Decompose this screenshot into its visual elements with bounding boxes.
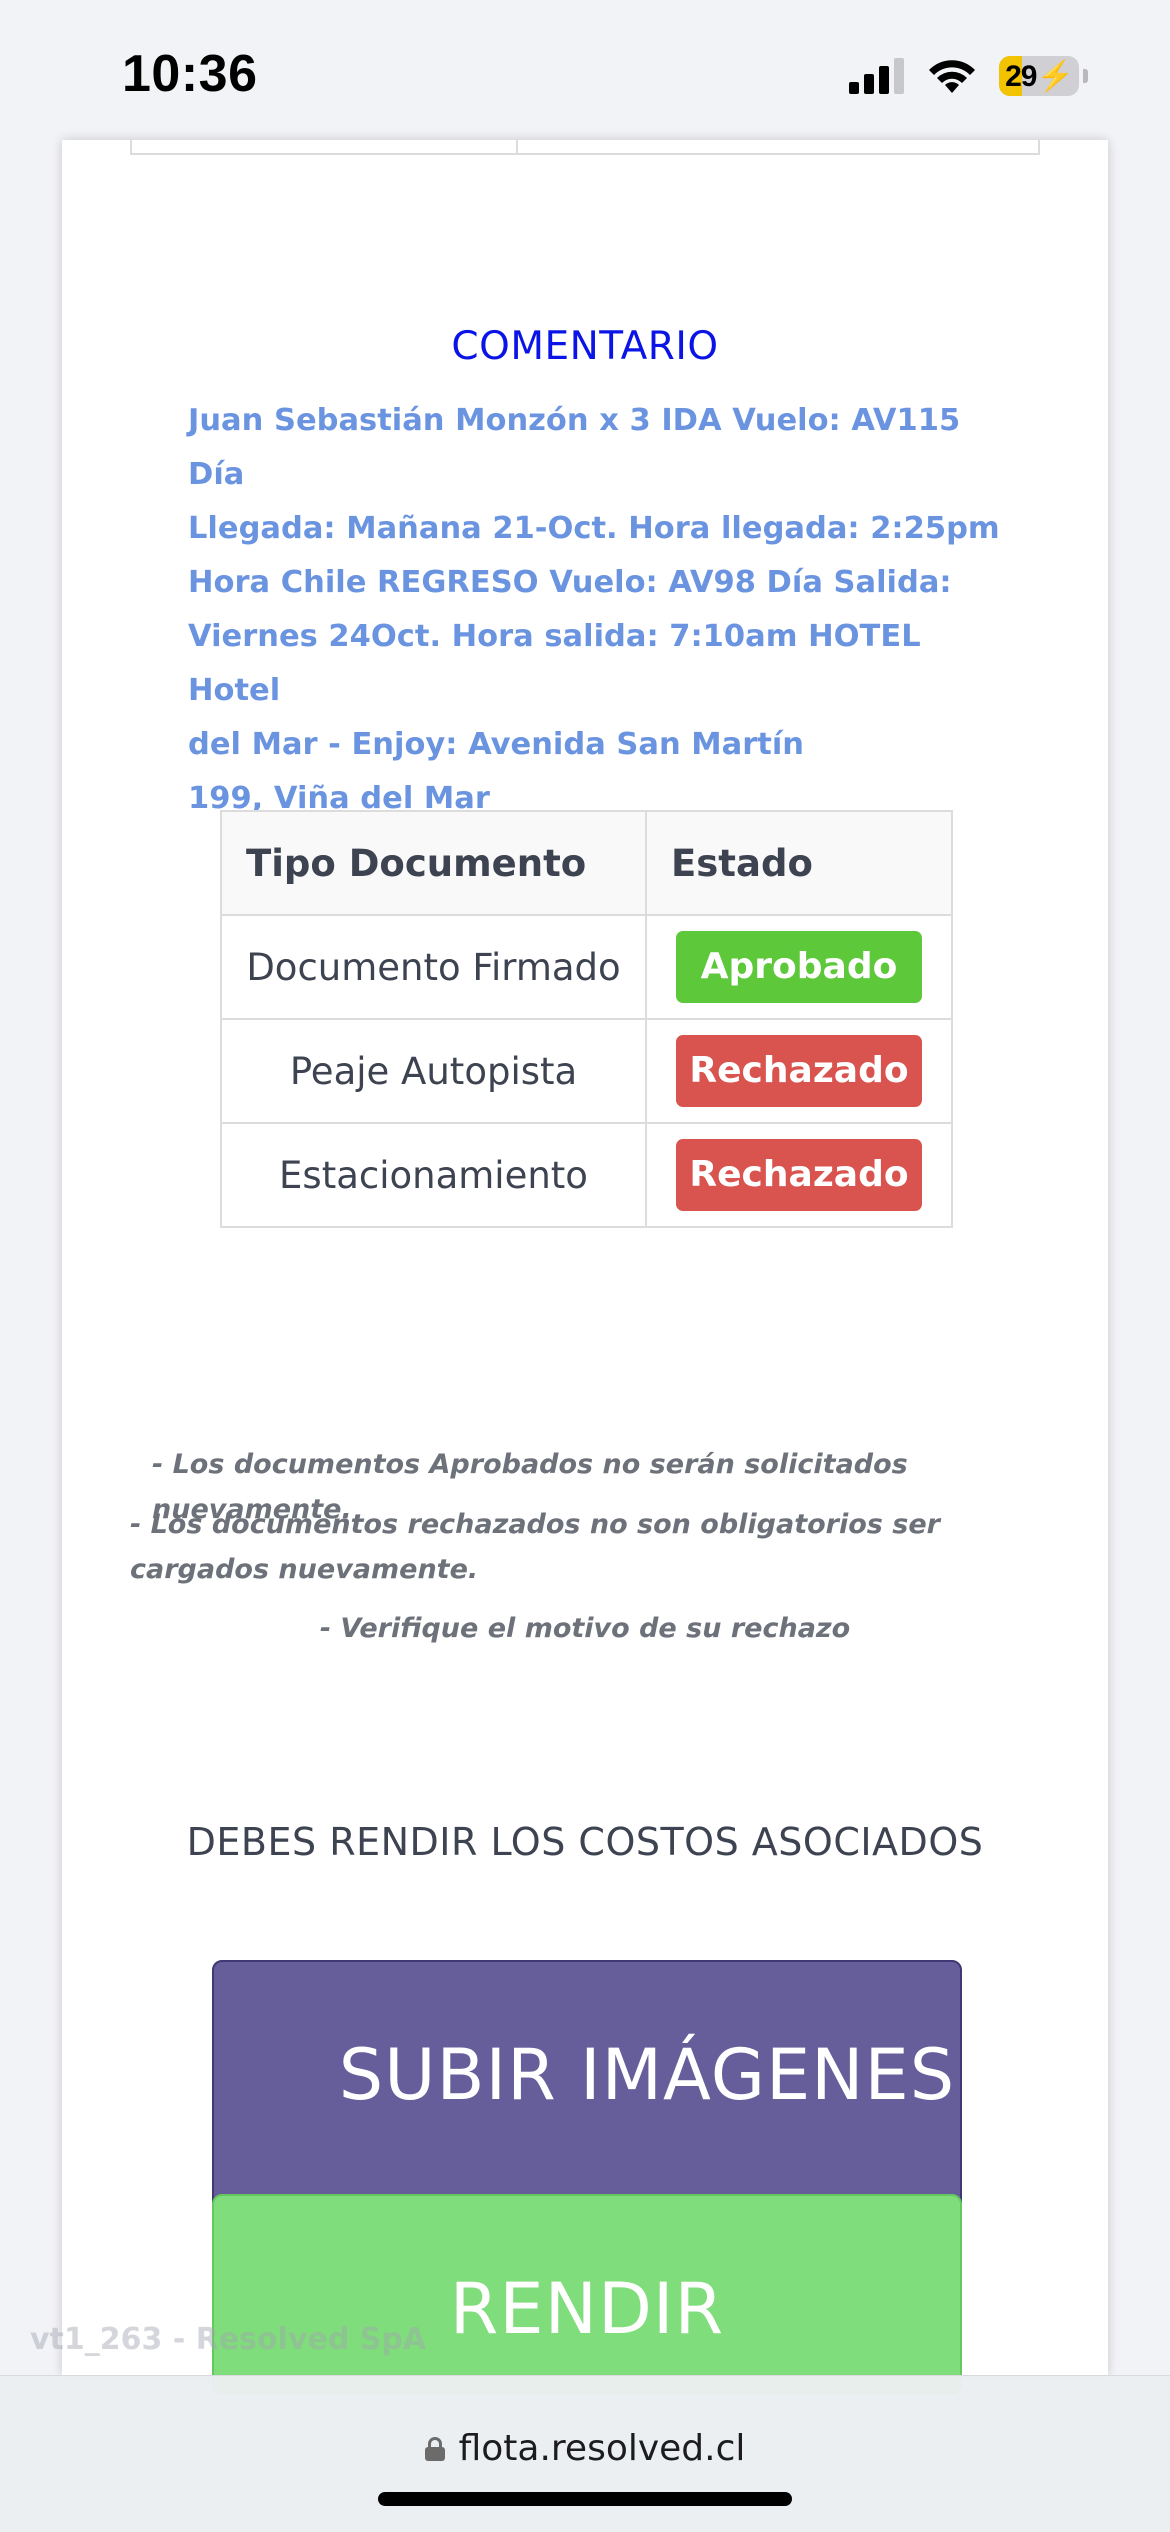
page-card: COMENTARIO Juan Sebastián Monzón x 3 IDA… bbox=[62, 140, 1108, 2394]
home-indicator[interactable] bbox=[378, 2492, 792, 2506]
table-row: Documento Firmado Aprobado bbox=[220, 914, 953, 1020]
version-watermark: vt1_263 - Resolved SpA bbox=[30, 2322, 427, 2357]
document-type-cell: Estacionamiento bbox=[220, 1122, 647, 1228]
note-verify: - Verifique el motivo de su rechazo bbox=[319, 1613, 851, 1644]
battery-nub bbox=[1083, 69, 1088, 83]
comment-line: Hora Chile REGRESO Vuelo: AV98 Día Salid… bbox=[188, 565, 952, 600]
costs-title: DEBES RENDIR LOS COSTOS ASOCIADOS bbox=[186, 1820, 984, 1864]
status-cell: Aprobado bbox=[645, 914, 953, 1020]
comment-text: Juan Sebastián Monzón x 3 IDA Vuelo: AV1… bbox=[188, 394, 1018, 826]
comment-line: Viernes 24Oct. Hora salida: 7:10am HOTEL… bbox=[188, 619, 921, 708]
status-bar: 10:36 29⚡ bbox=[0, 0, 1170, 140]
status-time: 10:36 bbox=[122, 45, 258, 103]
cellular-signal-icon bbox=[849, 58, 904, 94]
table-header-row: Tipo Documento Estado bbox=[220, 810, 953, 916]
url-display[interactable]: flota.resolved.cl bbox=[0, 2428, 1170, 2469]
document-type-cell: Peaje Autopista bbox=[220, 1018, 647, 1124]
status-cell: Rechazado bbox=[645, 1122, 953, 1228]
comment-line: Llegada: Mañana 21-Oct. Hora llegada: 2:… bbox=[188, 511, 1000, 546]
lock-icon bbox=[424, 2436, 445, 2461]
render-label: RENDIR bbox=[449, 2268, 725, 2350]
header-document-type: Tipo Documento bbox=[220, 810, 647, 916]
battery-level: 29⚡ bbox=[1005, 59, 1074, 93]
battery-charging-icon: 29⚡ bbox=[999, 56, 1079, 96]
header-status: Estado bbox=[645, 810, 953, 916]
browser-url-bar[interactable]: flota.resolved.cl bbox=[0, 2375, 1170, 2532]
table-row: Peaje Autopista Rechazado bbox=[220, 1018, 953, 1124]
previous-table-bottom bbox=[130, 140, 1040, 155]
status-badge-rejected: Rechazado bbox=[676, 1139, 922, 1211]
note-rejected: - Los documentos rechazados no son oblig… bbox=[130, 1509, 940, 1585]
render-button[interactable]: RENDIR bbox=[212, 2194, 962, 2394]
upload-images-label: SUBIR IMÁGENES bbox=[338, 2034, 956, 2116]
comment-line: Juan Sebastián Monzón x 3 IDA Vuelo: AV1… bbox=[188, 403, 961, 492]
status-icons: 29⚡ bbox=[849, 56, 1088, 96]
wifi-icon bbox=[929, 60, 975, 93]
status-cell: Rechazado bbox=[645, 1018, 953, 1124]
status-badge-rejected: Rechazado bbox=[676, 1035, 922, 1107]
table-row: Estacionamiento Rechazado bbox=[220, 1122, 953, 1228]
documents-table: Tipo Documento Estado Documento Firmado … bbox=[220, 810, 953, 1228]
document-type-cell: Documento Firmado bbox=[220, 914, 647, 1020]
comment-line: del Mar - Enjoy: Avenida San Martín bbox=[188, 727, 805, 762]
comment-title: COMENTARIO bbox=[451, 324, 719, 369]
url-text: flota.resolved.cl bbox=[458, 2428, 746, 2469]
status-badge-approved: Aprobado bbox=[676, 931, 922, 1003]
